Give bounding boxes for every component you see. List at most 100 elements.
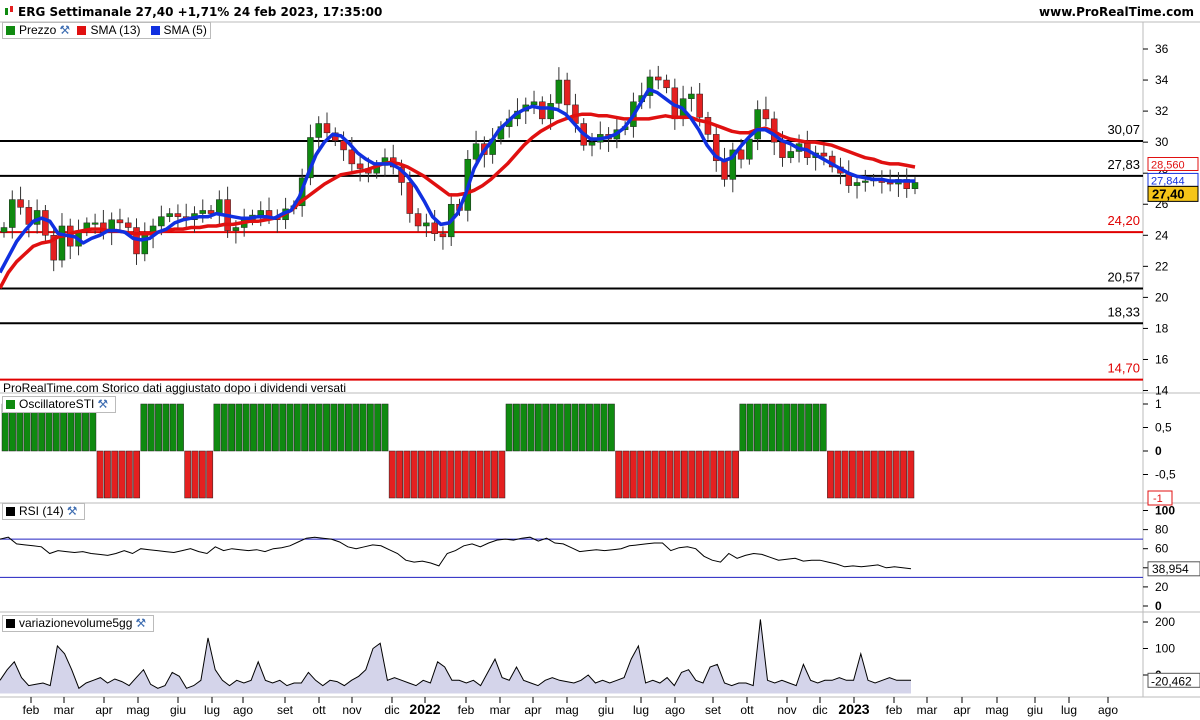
price-legend[interactable]: Prezzo ⚒ SMA (13) SMA (5) (2, 22, 211, 39)
oscillator-bar (644, 450, 652, 499)
oscillator-bar (651, 450, 659, 499)
x-tick-label: mar (490, 703, 511, 717)
oscillator-bar (754, 403, 761, 452)
oscillator-bar (615, 450, 623, 499)
candle-body (787, 151, 795, 158)
oscillator-bar (666, 450, 674, 499)
oscillator-bar (96, 450, 104, 499)
candle-body (58, 225, 66, 261)
x-tick-label: feb (458, 703, 475, 717)
oscillator-legend-label: OscillatoreSTI (19, 397, 95, 411)
candle-body (762, 109, 770, 120)
y-tick-label: 36 (1155, 42, 1169, 56)
x-tick-label: dic (384, 703, 399, 717)
oscillator-bar (381, 403, 389, 452)
oscillator-bar (315, 403, 323, 452)
oscillator-bar (169, 403, 177, 452)
oscillator-bar (410, 450, 418, 499)
candle-body (721, 160, 728, 180)
x-tick-label: ago (1098, 703, 1118, 717)
x-tick-label: set (705, 703, 722, 717)
chart-canvas[interactable]: 14161820222426283032343630,0727,8324,202… (0, 0, 1200, 720)
oscillator-bar (213, 403, 221, 452)
oscillator-legend[interactable]: OscillatoreSTI ⚒ (2, 396, 117, 413)
x-tick-label: set (277, 703, 294, 717)
oscillator-bar (578, 403, 586, 452)
x-tick-label: giu (1027, 703, 1043, 717)
oscillator-bar (659, 450, 666, 499)
oscillator-bar (301, 403, 309, 452)
oscillator-bar (345, 403, 352, 452)
candle-body (547, 103, 554, 120)
rsi-legend[interactable]: RSI (14) ⚒ (2, 503, 86, 520)
vol-tick-label: 100 (1155, 642, 1175, 656)
x-tick-label: giu (598, 703, 614, 717)
oscillator-bar (418, 450, 425, 499)
oscillator-bar (673, 450, 681, 499)
candle-body (199, 210, 207, 214)
oscillator-bar (177, 403, 184, 452)
oscillator-bar (162, 403, 170, 452)
rsi-swatch (6, 507, 15, 516)
support-level-label: 20,57 (1107, 270, 1140, 285)
oscillator-bar (308, 403, 316, 452)
oscillator-bar (600, 403, 608, 452)
oscillator-bar (140, 403, 148, 452)
oscillator-bar (403, 450, 411, 499)
oscillator-bar (498, 450, 506, 499)
oscillator-bar (447, 450, 455, 499)
candle-body (414, 213, 422, 227)
candle-body (820, 152, 828, 157)
sma13-swatch (77, 26, 87, 35)
x-tick-label: lug (633, 703, 649, 717)
candle-body (124, 222, 132, 228)
oscillator-bar (542, 403, 550, 452)
volume-legend[interactable]: variazionevolume5gg ⚒ (2, 615, 155, 632)
oscillator-bar (534, 403, 542, 452)
x-tick-label: feb (886, 703, 903, 717)
oscillator-bar (235, 403, 243, 452)
wrench-icon[interactable]: ⚒ (135, 616, 146, 631)
candle-body (779, 141, 786, 158)
candle-body (439, 233, 447, 238)
oscillator-bar (834, 450, 842, 499)
x-tick-label: mag (555, 703, 578, 717)
candle-body (704, 117, 712, 135)
osc-tick-label: 1 (1155, 397, 1162, 411)
wrench-icon[interactable]: ⚒ (67, 504, 78, 519)
oscillator-bar (520, 403, 528, 452)
x-tick-label: ott (740, 703, 754, 717)
oscillator-bar (111, 450, 119, 499)
oscillator-bar (476, 450, 484, 499)
oscillator-bar (549, 403, 557, 452)
rsi-line (0, 536, 912, 570)
oscillator-bar (454, 450, 462, 499)
wrench-icon[interactable]: ⚒ (59, 23, 70, 38)
x-tick-label: apr (953, 703, 970, 717)
rsi-tick-label: 100 (1155, 504, 1175, 518)
wrench-icon[interactable]: ⚒ (97, 397, 108, 412)
candle-body (588, 141, 596, 146)
oscillator-bar (388, 450, 396, 499)
oscillator-swatch (6, 400, 15, 409)
candle-body (663, 79, 670, 89)
y-tick-label: 22 (1155, 259, 1169, 273)
oscillator-bar (841, 450, 849, 499)
sma13-value-label: 28,560 (1151, 159, 1185, 171)
x-tick-label: nov (777, 703, 796, 717)
oscillator-bar (695, 450, 703, 499)
osc-tick-label: 0 (1155, 444, 1162, 458)
candle-body (356, 163, 364, 169)
price-swatch (6, 26, 15, 35)
candle-body (754, 109, 761, 140)
y-tick-label: 14 (1155, 384, 1169, 398)
candle-body (91, 222, 99, 225)
oscillator-bar (461, 450, 469, 499)
oscillator-bar (907, 450, 915, 499)
candle-body (232, 227, 240, 231)
oscillator-bar (396, 450, 403, 499)
oscillator-bar (220, 403, 228, 452)
oscillator-bar (790, 403, 798, 452)
candle-body (9, 199, 16, 228)
oscillator-bar (293, 403, 301, 452)
